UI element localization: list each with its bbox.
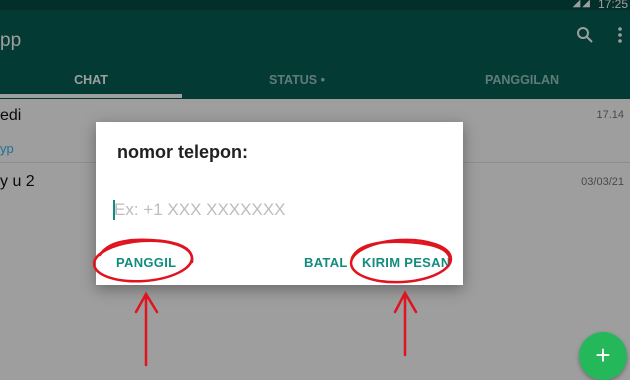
kirim-pesan-circle-annotation [349, 238, 453, 284]
panggil-circle-annotation [98, 238, 194, 264]
annotation-overlay [92, 238, 453, 367]
arrow-up-right-annotation [393, 290, 418, 357]
arrow-up-left-annotation [134, 291, 159, 367]
